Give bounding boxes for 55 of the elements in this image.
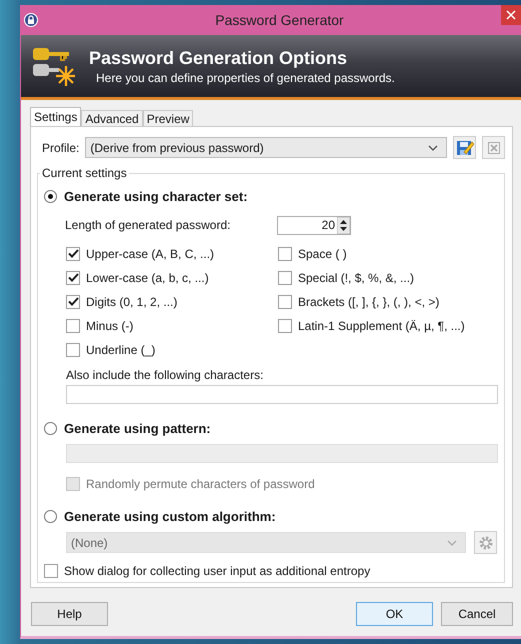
length-label: Length of generated password: [65,218,232,232]
checkbox-label: Lower-case (a, b, c, ...) [86,270,209,284]
also-include-label: Also include the following characters: [66,368,264,382]
checkbox-label: Latin-1 Supplement (Ä, µ, ¶, ...) [298,318,465,332]
lock-icon [24,13,38,27]
checkbox-label: Show dialog for collecting user input as additional entropy [64,564,370,578]
caret-icon [428,144,438,150]
checkbox[interactable] [278,318,292,332]
checkbox-label: Minus (-) [86,318,134,332]
checkbox[interactable] [66,270,80,284]
checkbox-label: Brackets ([, ], {, }, (, ), <, >) [298,294,440,308]
checkbox[interactable] [66,342,80,356]
checkbox[interactable] [278,270,292,284]
spin-arrows-icon [337,216,350,234]
tab[interactable]: Advanced [81,110,143,126]
checkbox[interactable] [66,294,80,308]
checkmark-icon [68,273,78,282]
length-spinbox[interactable]: 20 [277,216,351,234]
tab[interactable]: Settings [30,107,82,126]
checkbox[interactable] [44,564,58,578]
profile-dropdown[interactable]: (Derive from previous password) [85,137,447,158]
checkbox-label: Space ( ) [298,246,347,260]
close-icon [506,10,516,20]
tab[interactable]: Preview [142,110,194,126]
header-subtitle: Here you can define properties of generated passwords. [96,70,395,84]
dialog-button[interactable]: OK [356,602,433,626]
checkbox[interactable] [66,318,80,332]
save-profile-button[interactable] [453,136,476,159]
checkbox-label: Randomly permute characters of password [86,476,315,490]
dialog-button[interactable]: Cancel [441,602,513,626]
floppy-pencil-icon [456,138,474,156]
checkbox-label: Underline (_) [86,342,156,356]
checkbox[interactable] [278,294,292,308]
extra-characters-field[interactable] [66,385,498,404]
window-title: Password Generator [214,12,345,28]
group-title: Current settings [40,166,129,180]
radio-button[interactable] [44,190,57,202]
option-label: Generate using custom algorithm: [64,508,276,524]
checkbox-label: Upper-case (A, B, C, ...) [86,246,214,260]
checkbox[interactable] [278,246,292,260]
caret-icon [447,540,457,546]
dialog-button[interactable]: Help [31,602,108,626]
profile-label: Profile: [42,140,80,154]
header-title: Password Generation Options [89,48,348,68]
checkmark-icon [68,297,78,306]
checkmark-icon [68,249,78,258]
checkbox-label: Digits (0, 1, 2, ...) [86,294,178,308]
gear-icon [476,534,494,552]
checkbox-label: Special (!, $, %, &, ...) [298,270,414,284]
option-label: Generate using pattern: [64,420,211,436]
delete-icon [488,142,500,154]
option-label: Generate using character set: [64,188,248,204]
algorithm-settings-button[interactable] [474,531,497,554]
checkbox[interactable] [66,246,80,260]
close-button[interactable] [501,5,521,25]
